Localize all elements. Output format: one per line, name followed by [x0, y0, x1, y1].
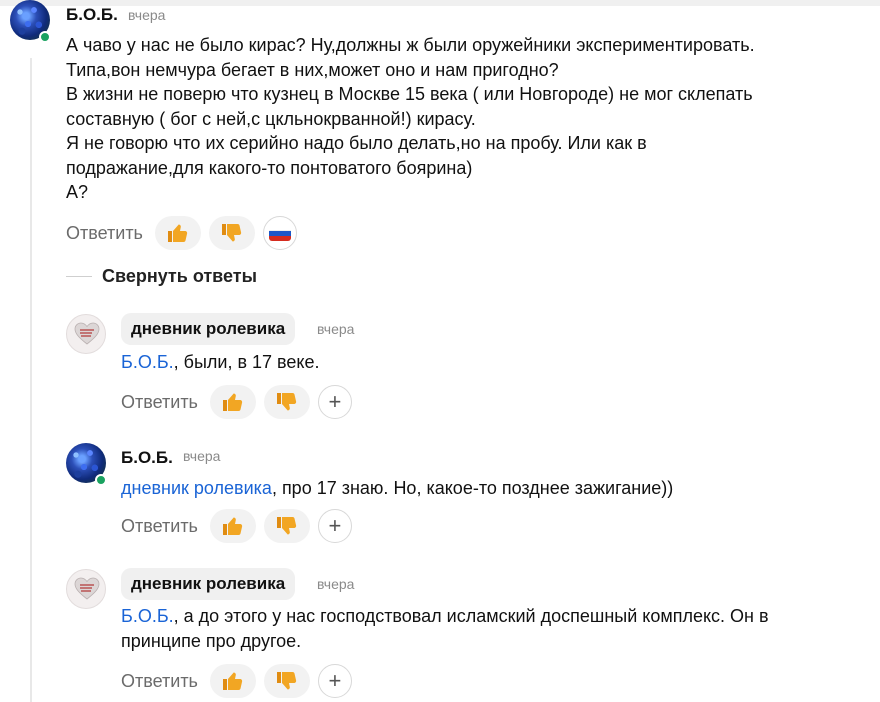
thumbs-up-icon [222, 393, 243, 411]
comment-actions: Ответить [66, 216, 297, 250]
comment-author[interactable]: Б.О.Б. [66, 5, 118, 25]
thumbs-down-icon [276, 517, 297, 535]
thumbs-down-icon [276, 393, 297, 411]
add-reaction-button[interactable]: + [317, 385, 352, 419]
mention-link[interactable]: дневник ролевика [121, 478, 272, 498]
comment-text: дневник ролевика, про 17 знаю. Но, какое… [121, 476, 861, 501]
comment-time: вчера [317, 321, 355, 337]
like-button[interactable] [154, 216, 201, 250]
thumbs-up-icon [222, 517, 243, 535]
heart-logo-icon [74, 577, 100, 600]
thumbs-down-icon [276, 672, 297, 690]
heart-logo-icon [74, 322, 100, 345]
comment-line: А чаво у нас не было кирас? Ну,должны ж … [66, 35, 755, 55]
reply-button[interactable]: Ответить [121, 671, 198, 692]
mention-link[interactable]: Б.О.Б. [121, 352, 174, 372]
online-indicator [95, 474, 107, 486]
comment-line: Типа,вон немчура бегает в них,может оно … [66, 59, 559, 80]
comment-text: Б.О.Б., были, в 17 веке. [121, 350, 861, 375]
comment-line: подражание,для какого-то понтоватого боя… [66, 157, 473, 178]
collapse-dash [66, 275, 92, 278]
avatar[interactable] [66, 314, 106, 354]
comment-body: , а до этого у нас господствовал исламск… [173, 606, 769, 626]
comment-line: А? [66, 182, 89, 202]
flag-reaction-button[interactable] [262, 216, 297, 250]
plus-icon: + [328, 668, 342, 693]
thumbs-down-icon [221, 224, 242, 242]
comment-body: , про 17 знаю. Но, какое-то позднее зажи… [271, 478, 674, 498]
dislike-button[interactable] [263, 509, 310, 543]
comment-line: составную ( бог с ней,с цкльнокрванной!)… [66, 108, 476, 129]
comment-line: Б.О.Б., а до этого у нас господствовал и… [121, 604, 871, 629]
comment-actions: Ответить + [121, 509, 352, 543]
comment-time: вчера [183, 448, 221, 464]
reply-button[interactable]: Ответить [121, 392, 198, 413]
comment-time: вчера [128, 7, 166, 23]
dislike-button[interactable] [208, 216, 255, 250]
reply-button[interactable]: Ответить [66, 223, 143, 244]
comment-author[interactable]: дневник ролевика [121, 568, 296, 600]
thumbs-up-icon [167, 224, 188, 242]
comment-actions: Ответить + [121, 385, 352, 419]
like-button[interactable] [209, 664, 256, 698]
comment-author[interactable]: дневник ролевика [121, 313, 296, 345]
like-button[interactable] [209, 509, 256, 543]
comment-author[interactable]: Б.О.Б. [121, 448, 173, 468]
comment-text: Б.О.Б., а до этого у нас господствовал и… [121, 604, 871, 653]
online-indicator [39, 31, 51, 43]
thread-line [30, 58, 32, 702]
like-button[interactable] [209, 385, 256, 419]
plus-icon: + [328, 389, 342, 414]
comment-line: Я не говорю что их серийно надо было дел… [66, 133, 647, 153]
comment-time: вчера [317, 576, 355, 592]
mention-link[interactable]: Б.О.Б. [121, 606, 174, 626]
comment-actions: Ответить + [121, 664, 352, 698]
comment-line: принципе про другое. [121, 630, 302, 651]
dislike-button[interactable] [263, 385, 310, 419]
collapse-label: Свернуть ответы [102, 266, 257, 286]
comment-text: А чаво у нас не было кирас? Ну,должны ж … [66, 33, 866, 205]
comment-body: , были, в 17 веке. [173, 352, 320, 372]
russia-flag-icon [268, 225, 291, 241]
plus-icon: + [328, 513, 342, 538]
thumbs-up-icon [222, 672, 243, 690]
dislike-button[interactable] [263, 664, 310, 698]
comment-line: В жизни не поверю что кузнец в Москве 15… [66, 84, 753, 104]
add-reaction-button[interactable]: + [317, 509, 352, 543]
top-edge [0, 0, 880, 6]
collapse-replies-button[interactable]: Свернуть ответы [66, 266, 257, 287]
avatar[interactable] [66, 569, 106, 609]
reply-button[interactable]: Ответить [121, 516, 198, 537]
add-reaction-button[interactable]: + [317, 664, 352, 698]
